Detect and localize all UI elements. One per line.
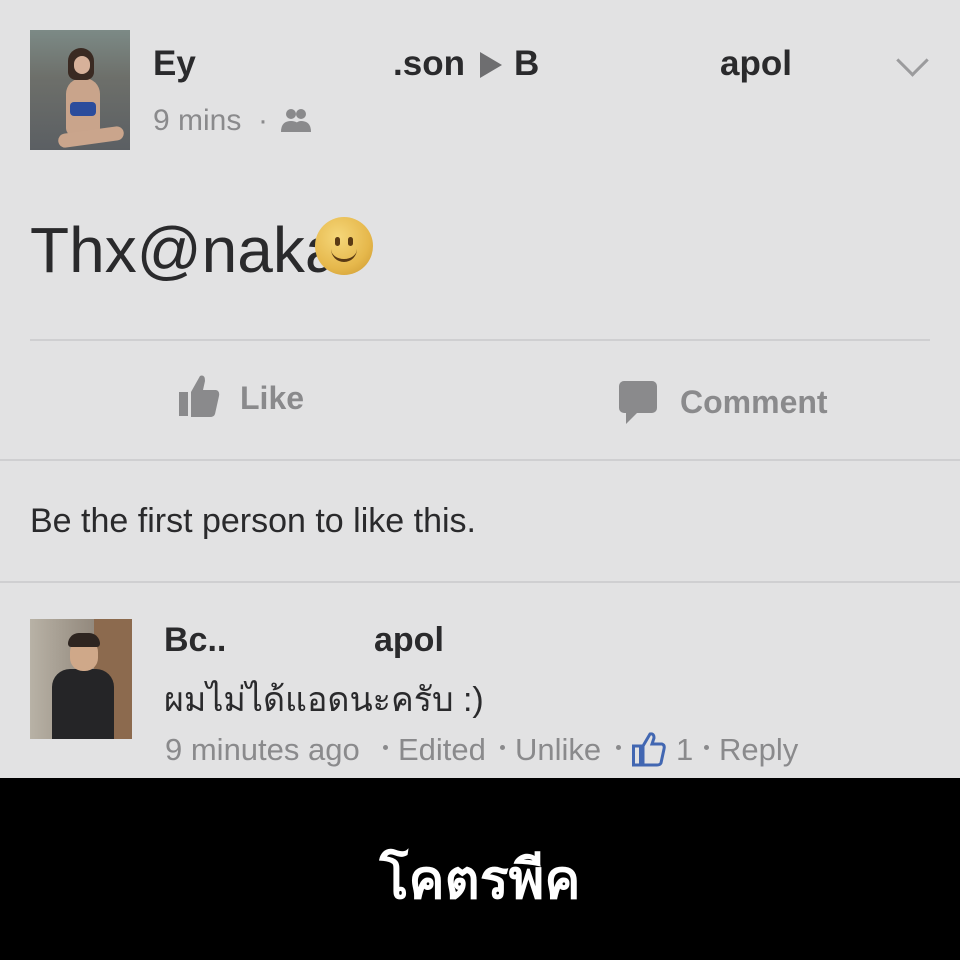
comment-label: Comment bbox=[680, 384, 828, 420]
author-name-middle[interactable]: .son bbox=[393, 44, 465, 84]
thumbs-up-icon bbox=[179, 375, 220, 417]
unlike-link[interactable]: Unlike bbox=[515, 732, 601, 768]
like-count[interactable]: 1 bbox=[676, 732, 693, 768]
comment-text: ผมไม่ได้แอดนะครับ :) bbox=[164, 681, 484, 719]
comment-timestamp[interactable]: 9 minutes ago bbox=[165, 732, 360, 768]
divider bbox=[0, 581, 960, 583]
arrow-right-icon bbox=[480, 52, 502, 78]
reply-link[interactable]: Reply bbox=[719, 732, 798, 768]
comment-bubble-icon bbox=[619, 381, 657, 424]
friends-icon[interactable] bbox=[280, 106, 312, 134]
caption-bar: โคตรพีค bbox=[0, 778, 960, 960]
likes-summary: Be the first person to like this. bbox=[30, 502, 476, 540]
author-avatar[interactable] bbox=[30, 30, 130, 150]
separator-dot bbox=[704, 745, 709, 750]
caption-text: โคตรพีค bbox=[379, 850, 581, 910]
chevron-down-icon[interactable] bbox=[896, 44, 929, 77]
separator-dot bbox=[383, 745, 388, 750]
separator-dot bbox=[500, 745, 505, 750]
like-button[interactable]: Like bbox=[178, 372, 318, 422]
commenter-name-first[interactable]: Bc.. bbox=[164, 621, 226, 660]
comment-button[interactable]: Comment bbox=[618, 378, 838, 428]
like-label: Like bbox=[240, 380, 305, 416]
separator-dot: · bbox=[258, 104, 268, 137]
target-name-first[interactable]: B bbox=[514, 44, 539, 84]
smiley-emoji-icon bbox=[315, 217, 373, 275]
edited-link[interactable]: Edited bbox=[398, 732, 486, 768]
separator-dot bbox=[616, 745, 621, 750]
like-thumb-icon bbox=[632, 732, 666, 767]
post-timestamp[interactable]: 9 mins bbox=[153, 104, 241, 138]
divider bbox=[0, 459, 960, 461]
divider bbox=[30, 339, 930, 341]
target-name-last[interactable]: apol bbox=[720, 44, 792, 84]
commenter-name-last[interactable]: apol bbox=[374, 621, 444, 660]
commenter-avatar[interactable] bbox=[30, 619, 132, 739]
author-name-first[interactable]: Ey bbox=[153, 44, 196, 84]
post-text: Thx@naka bbox=[30, 214, 341, 286]
post-header: Ey .son B apol 9 mins · bbox=[0, 0, 960, 170]
